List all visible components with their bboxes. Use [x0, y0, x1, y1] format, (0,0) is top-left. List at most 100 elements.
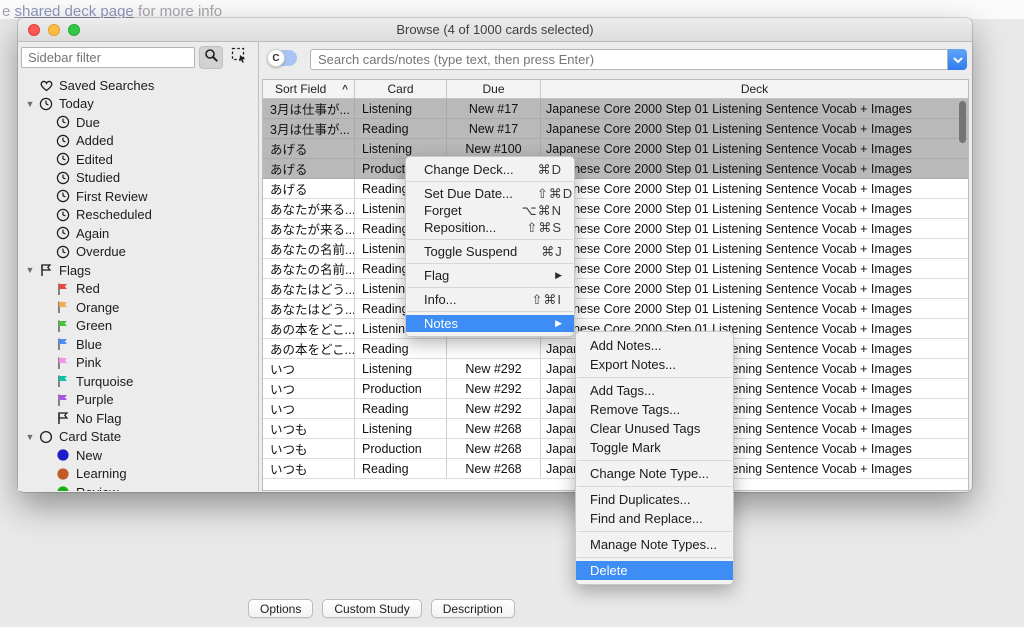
menu-item-change-note-type[interactable]: Change Note Type...	[576, 464, 733, 483]
menu-item-add-notes[interactable]: Add Notes...	[576, 336, 733, 355]
sidebar-search-button[interactable]	[199, 46, 223, 69]
menu-item-toggle-suspend[interactable]: Toggle Suspend ⌘J	[406, 243, 574, 260]
menu-item-info[interactable]: Info...⇧⌘I	[406, 291, 574, 308]
menu-item-add-tags[interactable]: Add Tags...	[576, 381, 733, 400]
sidebar-item-overdue[interactable]: Overdue	[18, 243, 258, 262]
cell-sort-field: いつ	[263, 399, 355, 418]
options-button[interactable]: Options	[248, 599, 313, 618]
menu-item-notes[interactable]: Notes▶	[406, 315, 574, 332]
sidebar-select-mode-button[interactable]	[227, 46, 251, 69]
sidebar-item-due[interactable]: Due	[18, 113, 258, 132]
table-row[interactable]: あげるProductionJapanese Core 2000 Step 01 …	[263, 159, 968, 179]
table-row[interactable]: 3月は仕事が...ListeningNew #17Japanese Core 2…	[263, 99, 968, 119]
sidebar-item-label: Edited	[76, 152, 113, 167]
cell-sort-field: あなたが来る...	[263, 219, 355, 238]
sidebar-item-added[interactable]: Added	[18, 132, 258, 151]
table-row[interactable]: あなたが来る...ListeningJapanese Core 2000 Ste…	[263, 199, 968, 219]
cell-sort-field: あなたの名前...	[263, 239, 355, 258]
sidebar-item-label: Flags	[59, 263, 91, 278]
table-row[interactable]: あげるListeningNew #100Japanese Core 2000 S…	[263, 139, 968, 159]
sidebar-item-orange[interactable]: Orange	[18, 298, 258, 317]
collapse-arrow-icon[interactable]: ▼	[22, 432, 38, 442]
sidebar-item-card-state[interactable]: ▼Card State	[18, 428, 258, 447]
menu-item-manage-note-types[interactable]: Manage Note Types...	[576, 535, 733, 554]
collapse-arrow-icon[interactable]: ▼	[22, 99, 38, 109]
table-row[interactable]: あなたが来る...ReadingJapanese Core 2000 Step …	[263, 219, 968, 239]
menu-item-export-notes[interactable]: Export Notes...	[576, 355, 733, 374]
sidebar-item-today[interactable]: ▼ Today	[18, 95, 258, 114]
sidebar-item-pink[interactable]: Pink	[18, 354, 258, 373]
cell-card: Production	[355, 439, 447, 458]
menu-item-forget[interactable]: Forget⌥⌘N	[406, 202, 574, 219]
table-row[interactable]: あなたはどう...ListeningJapanese Core 2000 Ste…	[263, 279, 968, 299]
collapse-arrow-icon[interactable]: ▼	[22, 265, 38, 275]
sidebar-item-purple[interactable]: Purple	[18, 391, 258, 410]
minimize-window-button[interactable]	[48, 24, 60, 36]
sidebar-item-turquoise[interactable]: Turquoise	[18, 372, 258, 391]
sidebar-item-studied[interactable]: Studied	[18, 169, 258, 188]
cell-due: New #17	[447, 99, 541, 118]
menu-item-set-due-date[interactable]: Set Due Date...⇧⌘D	[406, 185, 574, 202]
sidebar-item-blue[interactable]: Blue	[18, 335, 258, 354]
menu-item-label: Toggle Suspend	[424, 244, 517, 259]
table-row[interactable]: あなたの名前...ReadingJapanese Core 2000 Step …	[263, 259, 968, 279]
cell-sort-field: 3月は仕事が...	[263, 119, 355, 138]
cell-due: New #268	[447, 419, 541, 438]
sidebar-item-learning[interactable]: Learning	[18, 465, 258, 484]
sidebar-item-first-review[interactable]: First Review	[18, 187, 258, 206]
zoom-window-button[interactable]	[68, 24, 80, 36]
sidebar-item-green[interactable]: Green	[18, 317, 258, 336]
clock-icon	[55, 189, 71, 204]
sidebar-item-label: Today	[59, 96, 94, 111]
close-window-button[interactable]	[28, 24, 40, 36]
sidebar-item-saved-searches[interactable]: Saved Searches	[18, 76, 258, 95]
flag-icon	[55, 281, 71, 296]
table-scrollbar[interactable]	[959, 101, 966, 143]
column-header-sort-field[interactable]: Sort Field^	[263, 80, 355, 98]
menu-item-find-and-replace[interactable]: Find and Replace...	[576, 509, 733, 528]
titlebar[interactable]: Browse (4 of 1000 cards selected)	[18, 18, 972, 42]
sidebar-tree: Saved Searches ▼ Today DueAdded Edited Studie…	[18, 76, 258, 491]
table-row[interactable]: あなたはどう...ReadingJapanese Core 2000 Step …	[263, 299, 968, 319]
flag-outline-icon	[38, 263, 54, 278]
menu-separator	[407, 287, 573, 288]
menu-item-toggle-mark[interactable]: Toggle Mark	[576, 438, 733, 457]
table-row[interactable]: あなたの名前...ListeningJapanese Core 2000 Ste…	[263, 239, 968, 259]
sidebar-item-label: Added	[76, 133, 114, 148]
column-header-due[interactable]: Due	[447, 80, 541, 98]
menu-item-remove-tags[interactable]: Remove Tags...	[576, 400, 733, 419]
card-notes-toggle[interactable]: C	[268, 50, 297, 66]
sidebar-filter-input[interactable]	[21, 47, 195, 68]
cell-card: Reading	[355, 459, 447, 478]
flag-icon	[55, 300, 71, 315]
custom-study-button[interactable]: Custom Study	[322, 599, 421, 618]
table-row[interactable]: 3月は仕事が...ReadingNew #17Japanese Core 200…	[263, 119, 968, 139]
sidebar-item-rescheduled[interactable]: Rescheduled	[18, 206, 258, 225]
description-button[interactable]: Description	[431, 599, 515, 618]
search-icon	[204, 48, 219, 68]
column-header-deck[interactable]: Deck	[541, 80, 968, 98]
sidebar-item-again[interactable]: Again	[18, 224, 258, 243]
sidebar-item-red[interactable]: Red	[18, 280, 258, 299]
sidebar-item-new[interactable]: New	[18, 446, 258, 465]
menu-item-delete[interactable]: Delete	[576, 561, 733, 580]
sidebar-item-no-flag[interactable]: No Flag	[18, 409, 258, 428]
menu-item-flag[interactable]: Flag▶	[406, 267, 574, 284]
cell-sort-field: あげる	[263, 179, 355, 198]
menu-item-change-deck[interactable]: Change Deck...⌘D	[406, 161, 574, 178]
search-history-dropdown-button[interactable]	[948, 49, 967, 70]
menu-item-clear-unused-tags[interactable]: Clear Unused Tags	[576, 419, 733, 438]
menu-item-reposition[interactable]: Reposition...⇧⌘S	[406, 219, 574, 236]
sidebar-item-edited[interactable]: Edited	[18, 150, 258, 169]
column-header-card[interactable]: Card	[355, 80, 447, 98]
clock-icon	[38, 96, 54, 111]
menu-item-find-duplicates[interactable]: Find Duplicates...	[576, 490, 733, 509]
search-input[interactable]	[310, 49, 948, 70]
table-row[interactable]: あげるReadingJapanese Core 2000 Step 01 Lis…	[263, 179, 968, 199]
sidebar-item-flags[interactable]: ▼ Flags	[18, 261, 258, 280]
sidebar-item-review[interactable]: Review	[18, 483, 258, 491]
cell-card: Listening	[355, 359, 447, 378]
sidebar-item-label: New	[76, 448, 102, 463]
menu-item-shortcut: ⌘J	[541, 244, 563, 260]
cell-deck: Japanese Core 2000 Step 01 Listening Sen…	[541, 139, 968, 158]
